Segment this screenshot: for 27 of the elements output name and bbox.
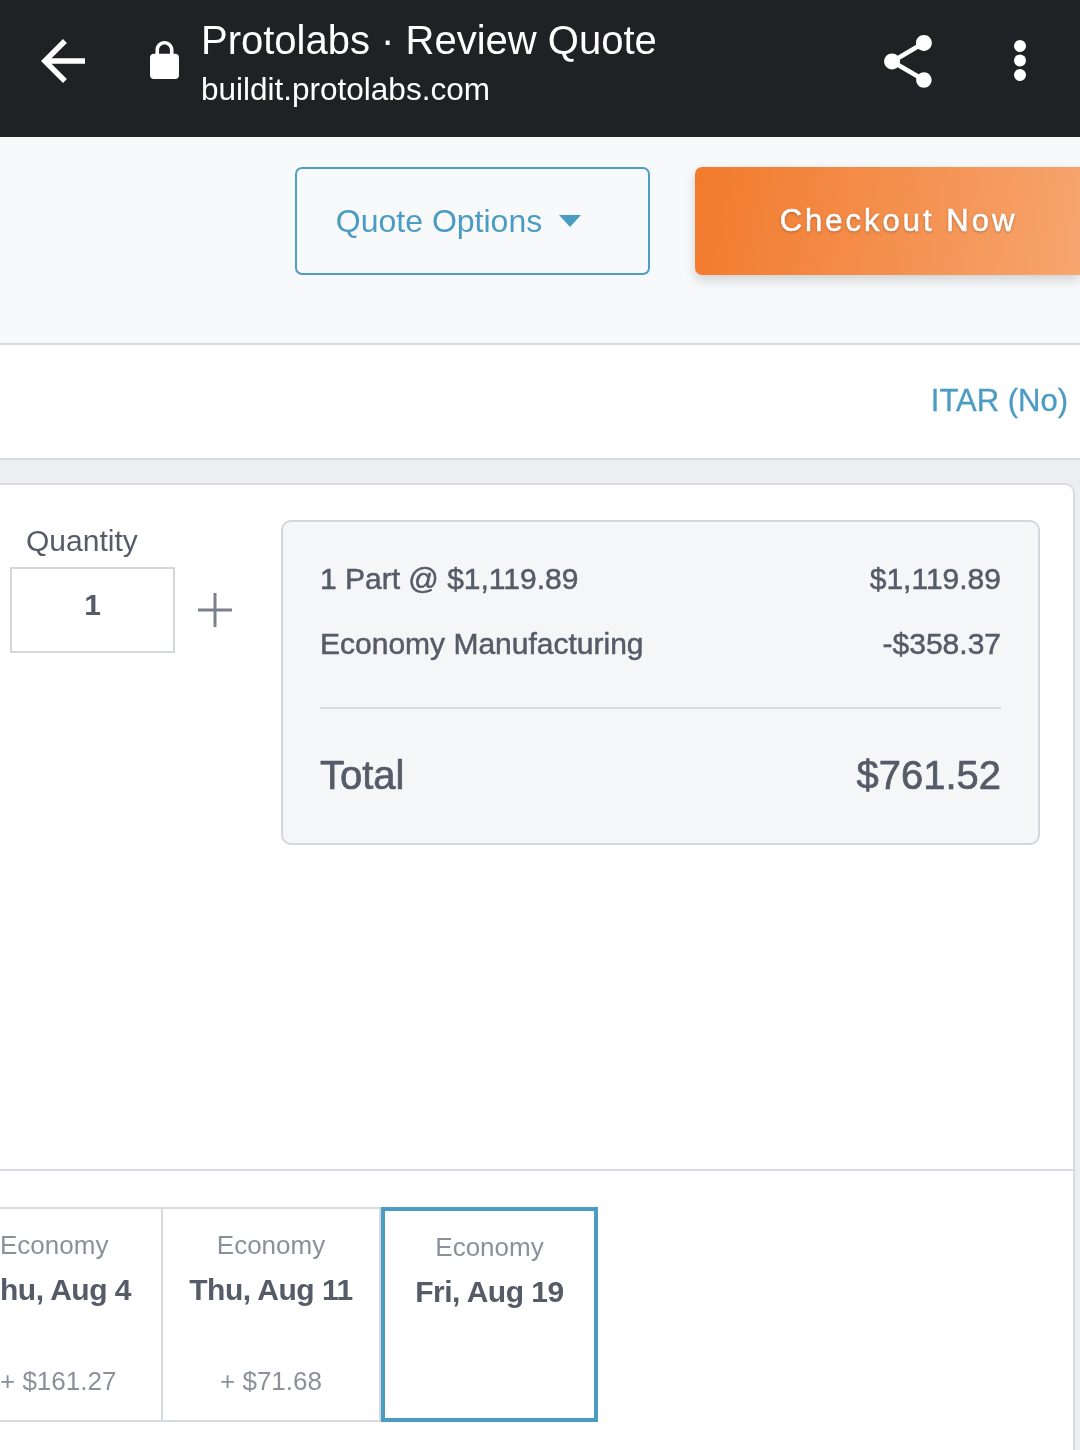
line-item-label: Economy Manufacturing — [320, 627, 644, 661]
page-url: buildit.protolabs.com — [201, 70, 490, 109]
shipping-speed-label: Economy — [0, 1229, 109, 1261]
delivery-date: Fri, Aug 19 — [415, 1274, 564, 1310]
quantity-field[interactable]: 1 — [10, 567, 175, 653]
page-title: Protolabs · Review Quote — [201, 17, 657, 64]
delivery-price: + $71.68 — [220, 1365, 322, 1397]
menu-icon[interactable] — [1013, 39, 1027, 82]
delivery-date: Thu, Aug 11 — [189, 1272, 353, 1308]
delivery-price: + $161.27 — [0, 1365, 117, 1397]
delivery-date: hu, Aug 4 — [0, 1272, 132, 1308]
total-amount: $761.52 — [856, 752, 1001, 798]
quantity-label: Quantity — [26, 523, 138, 559]
delivery-option[interactable]: Economy hu, Aug 4 + $161.27 — [0, 1207, 163, 1422]
delivery-option[interactable]: Economy Fri, Aug 19 — [381, 1207, 598, 1422]
line-item-label: 1 Part @ $1,119.89 — [320, 562, 579, 596]
shipping-speed-label: Economy — [435, 1231, 544, 1263]
caret-icon — [559, 215, 582, 227]
back-arrow-icon[interactable] — [41, 39, 85, 83]
delivery-option[interactable]: Economy Thu, Aug 11 + $71.68 — [163, 1207, 381, 1422]
share-icon[interactable] — [884, 35, 932, 88]
line-item-amount: $1,119.89 — [869, 562, 1001, 596]
line-item-amount: -$358.37 — [882, 627, 1001, 661]
total-label: Total — [320, 752, 405, 798]
lock-icon — [150, 41, 179, 79]
shipping-speed-label: Economy — [216, 1229, 326, 1261]
plus-icon[interactable] — [198, 593, 232, 627]
